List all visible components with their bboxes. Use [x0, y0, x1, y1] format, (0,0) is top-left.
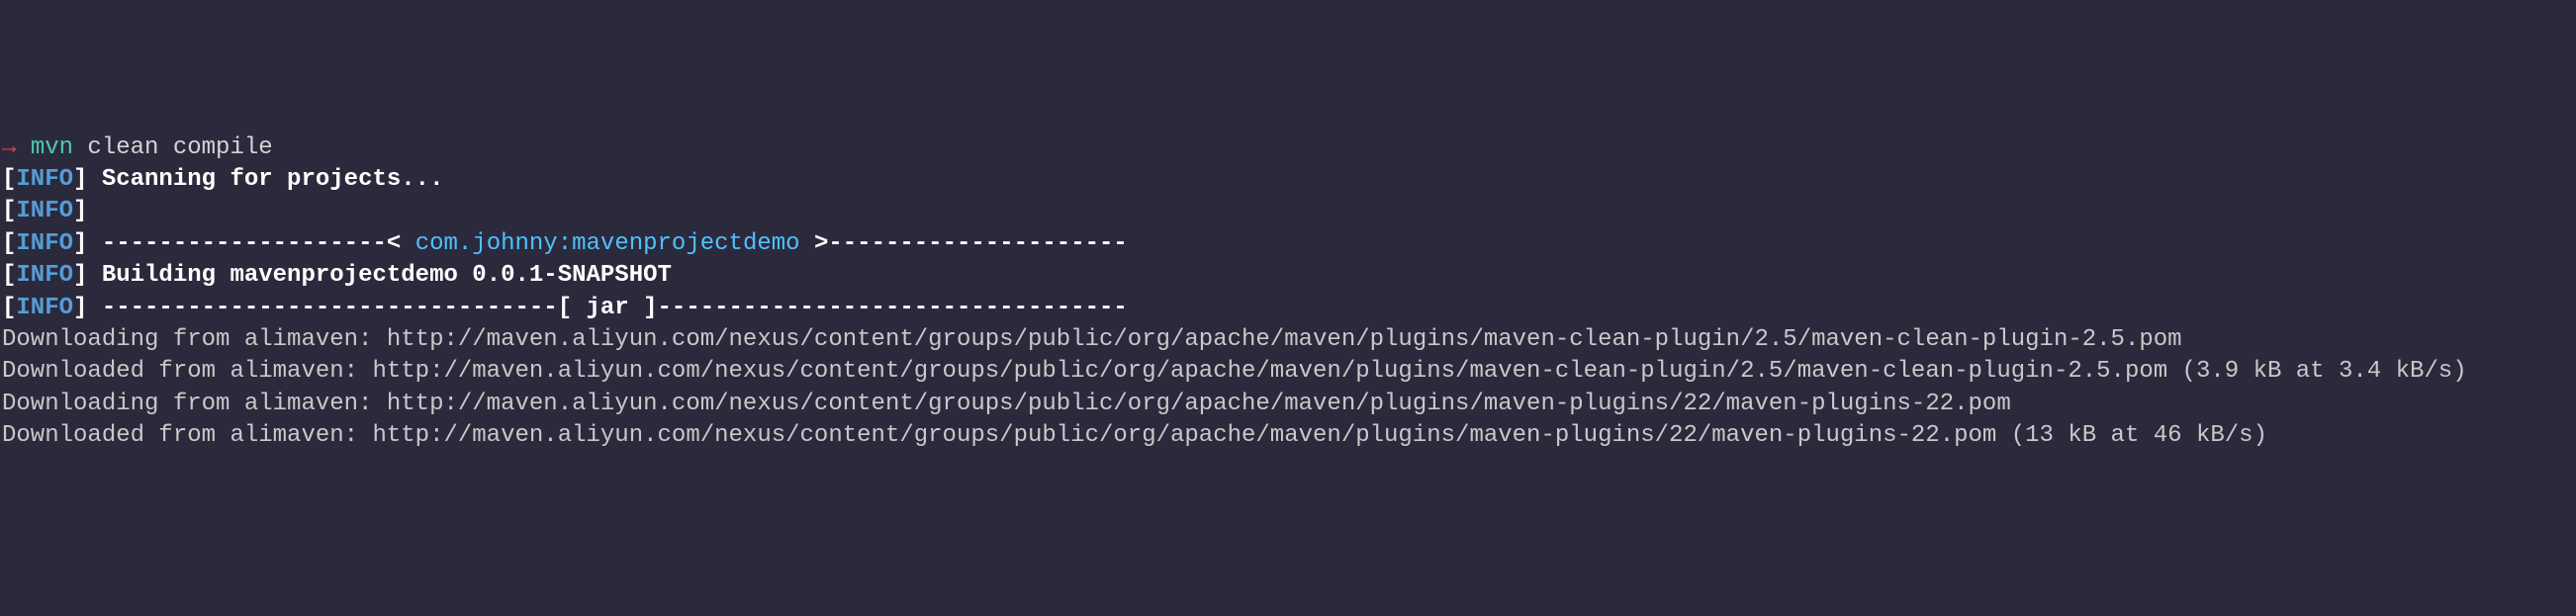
info-tag: INFO — [16, 198, 73, 224]
log-line: [INFO] --------------------------------[… — [2, 293, 2574, 324]
separator-right: >--------------------- — [800, 230, 1128, 257]
download-line: Downloading from alimaven: http://maven.… — [2, 324, 2574, 356]
building-text: Building mavenprojectdemo 0.0.1-SNAPSHOT — [87, 262, 672, 289]
bracket-close: ] — [73, 295, 87, 321]
log-line: [INFO] — [2, 196, 2574, 227]
log-line: [INFO] Building mavenprojectdemo 0.0.1-S… — [2, 260, 2574, 292]
bracket-open: [ — [2, 166, 16, 193]
download-line: Downloaded from alimaven: http://maven.a… — [2, 356, 2574, 388]
bracket-open: [ — [2, 262, 16, 289]
info-tag: INFO — [16, 295, 73, 321]
info-tag: INFO — [16, 166, 73, 193]
bracket-close: ] — [73, 230, 87, 257]
bracket-open: [ — [2, 295, 16, 321]
command-line: → mvn clean compile — [2, 132, 2574, 164]
jar-separator: --------------------------------[ jar ]-… — [87, 295, 1127, 321]
command-args: clean compile — [73, 134, 273, 161]
info-tag: INFO — [16, 230, 73, 257]
bracket-close: ] — [73, 262, 87, 289]
bracket-close: ] — [73, 166, 87, 193]
log-text: Scanning for projects... — [87, 166, 443, 193]
terminal-output[interactable]: → mvn clean compile[INFO] Scanning for p… — [2, 132, 2574, 453]
bracket-open: [ — [2, 198, 16, 224]
download-line: Downloaded from alimaven: http://maven.a… — [2, 420, 2574, 452]
log-line: [INFO] Scanning for projects... — [2, 164, 2574, 196]
prompt-arrow: → — [2, 134, 16, 161]
download-line: Downloading from alimaven: http://maven.… — [2, 389, 2574, 420]
separator-left: --------------------< — [87, 230, 414, 257]
project-id: com.johnny:mavenprojectdemo — [415, 230, 800, 257]
bracket-open: [ — [2, 230, 16, 257]
command-name: mvn — [31, 134, 73, 161]
bracket-close: ] — [73, 198, 87, 224]
log-line: [INFO] --------------------< com.johnny:… — [2, 228, 2574, 260]
info-tag: INFO — [16, 262, 73, 289]
